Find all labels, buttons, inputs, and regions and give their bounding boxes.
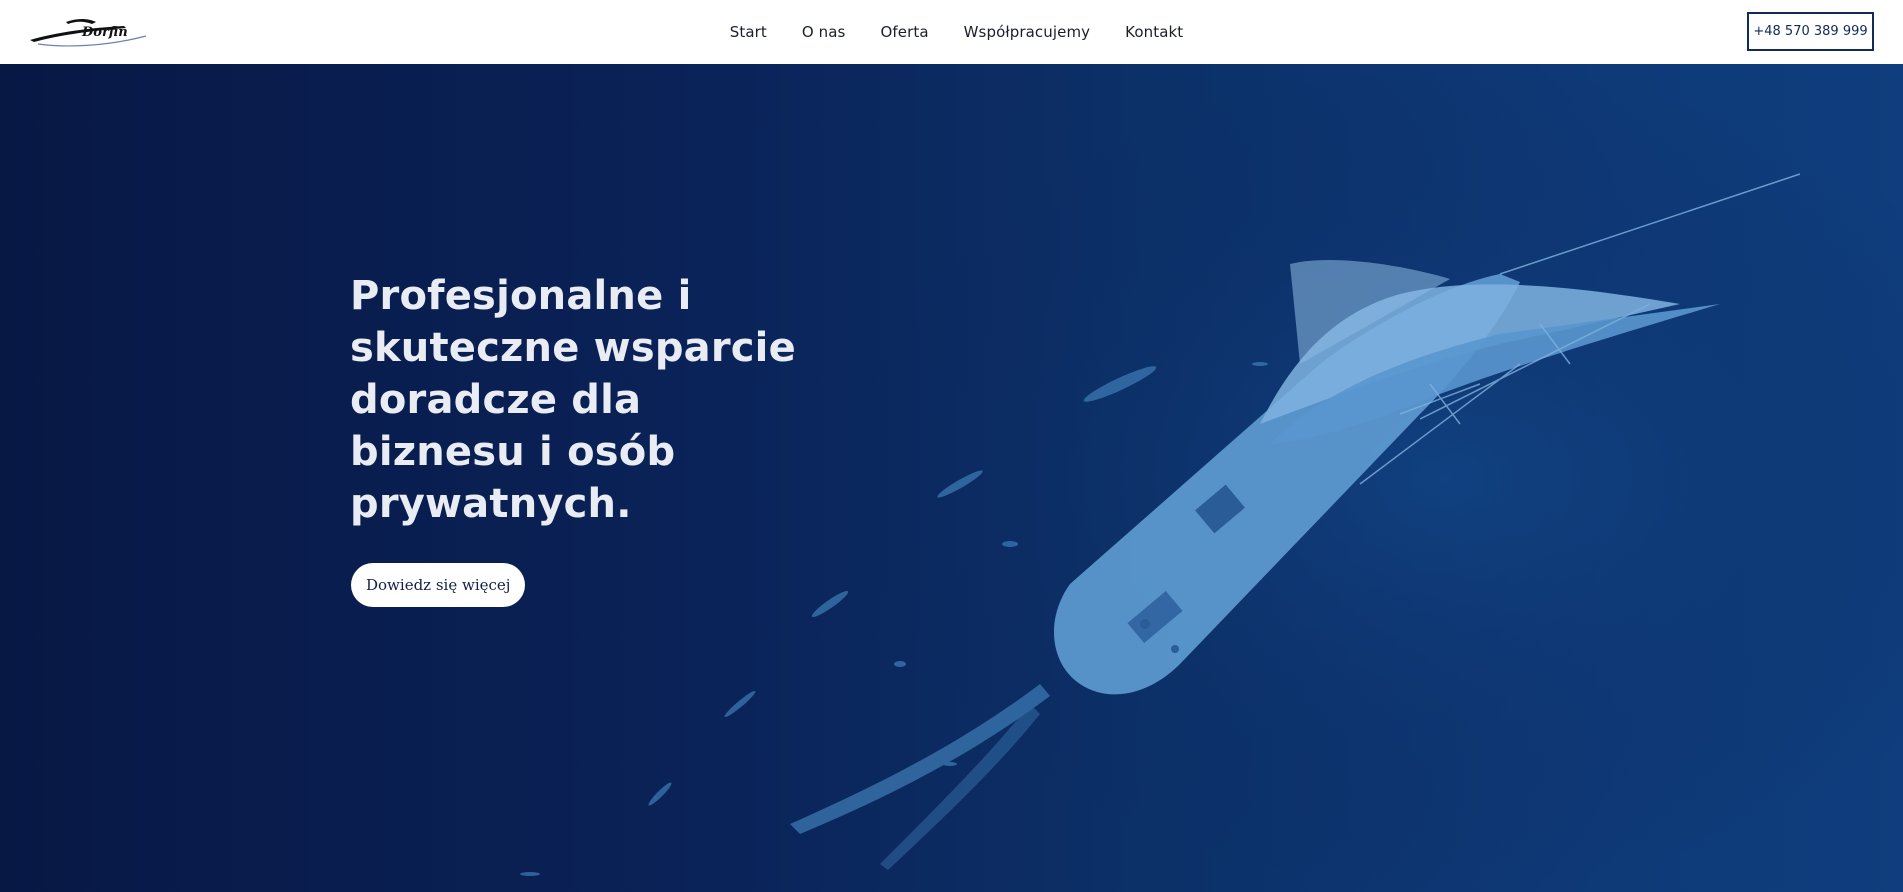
sailboat-image [520,64,1903,892]
phone-button[interactable]: +48 570 389 999 [1747,12,1874,51]
nav-item-kontakt[interactable]: Kontakt [1125,23,1183,41]
learn-more-button[interactable]: Dowiedz się więcej [351,563,526,607]
nav-item-oferta[interactable]: Oferta [880,23,928,41]
hero-title: Profesjonalne i skuteczne wsparcie dorad… [350,273,796,527]
site-header: Dorfin Start O nas Oferta Współpracujemy… [0,0,1903,64]
main-nav: Start O nas Oferta Współpracujemy Kontak… [0,0,1903,64]
nav-item-o-nas[interactable]: O nas [802,23,846,41]
nav-item-wspolpracujemy[interactable]: Współpracujemy [964,23,1091,41]
nav-item-start[interactable]: Start [730,23,767,41]
hero-section: Profesjonalne i skuteczne wsparcie dorad… [0,64,1903,892]
